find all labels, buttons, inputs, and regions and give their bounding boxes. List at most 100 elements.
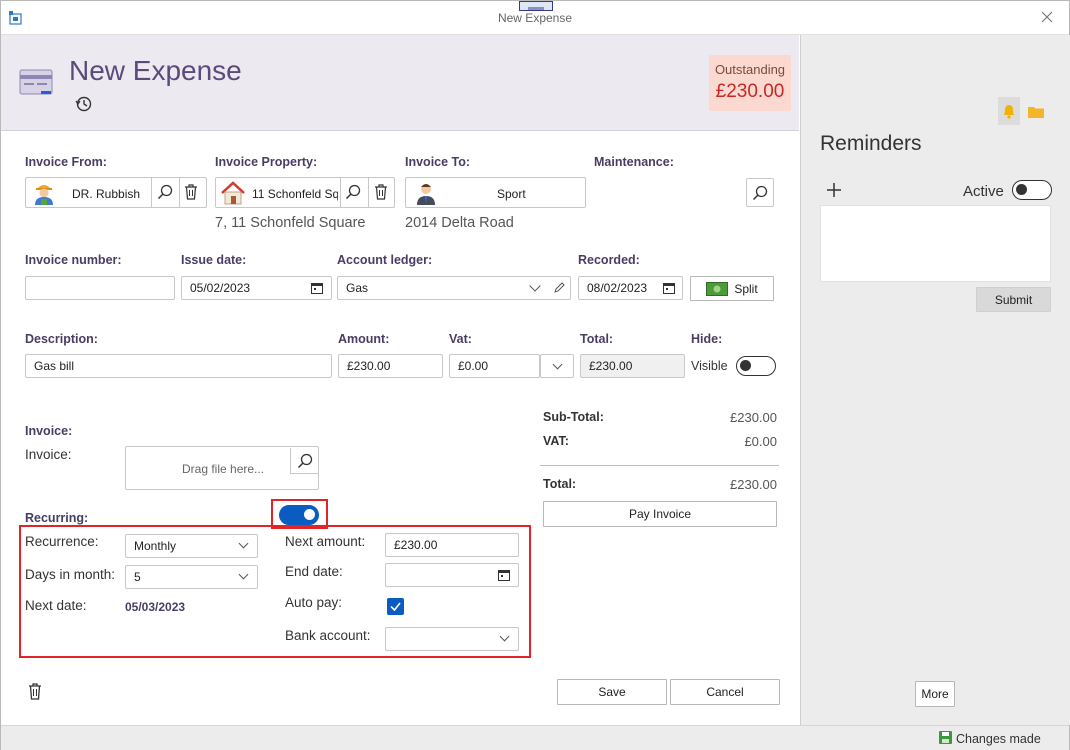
recurrence-value: Monthly — [134, 539, 177, 553]
invoice-drop-zone[interactable]: Drag file here... — [125, 446, 319, 490]
invoice-to-field[interactable]: Sport — [405, 177, 586, 208]
next-amount-label: Next amount: — [285, 534, 366, 549]
trash-icon[interactable] — [374, 184, 388, 203]
outstanding-badge: Outstanding £230.00 — [709, 55, 791, 111]
drop-placeholder: Drag file here... — [182, 462, 265, 476]
save-button[interactable]: Save — [557, 679, 667, 705]
delete-trash-icon[interactable] — [28, 683, 42, 703]
recurring-heading: Recurring: — [25, 511, 89, 525]
house-icon — [220, 180, 246, 209]
next-amount-input[interactable]: £230.00 — [385, 533, 519, 557]
reminders-panel: Reminders Active Submit More — [800, 35, 1070, 725]
person-avatar-icon — [414, 180, 438, 209]
recurring-toggle[interactable] — [279, 505, 319, 525]
maintenance-search-button[interactable] — [746, 178, 774, 207]
status-text: Changes made — [956, 732, 1041, 746]
chevron-down-icon — [552, 359, 563, 370]
pay-invoice-button[interactable]: Pay Invoice — [543, 501, 777, 527]
visibility-toggle[interactable] — [736, 356, 776, 376]
title-bar: New Expense — [1, 1, 1069, 35]
days-in-month-label: Days in month: — [25, 567, 116, 582]
invoice-section-heading: Invoice: — [25, 424, 73, 438]
expense-window: New Expense New Expense Outstanding £230… — [0, 0, 1070, 750]
reminder-text-area[interactable] — [820, 205, 1051, 282]
money-split-icon — [706, 281, 729, 296]
reminders-title: Reminders — [820, 132, 922, 155]
search-icon[interactable] — [345, 184, 361, 203]
invoice-property-address: 7, 11 Schonfeld Square — [215, 215, 366, 231]
description-input[interactable]: Gas bill — [25, 354, 332, 378]
summary-total-value: £230.00 — [730, 477, 777, 492]
add-reminder-icon[interactable] — [826, 182, 842, 201]
bank-account-label: Bank account: — [285, 628, 371, 643]
edit-pencil-icon[interactable] — [553, 282, 565, 297]
submit-button[interactable]: Submit — [976, 287, 1051, 312]
window-title: New Expense — [497, 11, 573, 25]
chevron-down-icon — [238, 538, 249, 549]
save-disk-icon — [939, 731, 952, 747]
next-date-label: Next date: — [25, 598, 87, 613]
auto-pay-checkbox[interactable] — [387, 598, 404, 615]
close-icon[interactable] — [1041, 11, 1053, 26]
invoice-property-label: Invoice Property: — [215, 155, 318, 169]
active-label: Active — [963, 183, 1004, 200]
chevron-down-icon — [499, 631, 510, 642]
subtotal-label: Sub-Total: — [543, 410, 604, 424]
invoice-from-field[interactable]: DR. Rubbish — [25, 177, 207, 208]
chevron-down-icon — [238, 569, 249, 580]
auto-pay-label: Auto pay: — [285, 595, 343, 610]
invoice-file-label: Invoice: — [25, 447, 72, 462]
amount-input[interactable]: £230.00 — [338, 354, 443, 378]
calendar-icon[interactable] — [311, 282, 323, 297]
trash-icon[interactable] — [184, 184, 198, 203]
days-in-month-value: 5 — [134, 570, 141, 584]
active-toggle[interactable] — [1012, 180, 1052, 200]
invoice-property-value: 11 Schonfeld Sq — [252, 187, 338, 201]
invoice-property-field[interactable]: 11 Schonfeld Sq — [215, 177, 395, 208]
account-ledger-select[interactable]: Gas — [337, 276, 571, 300]
recorded-value: 08/02/2023 — [587, 281, 648, 295]
search-icon[interactable] — [157, 184, 173, 203]
vat-dropdown-button[interactable] — [540, 354, 574, 378]
issue-date-label: Issue date: — [181, 253, 247, 267]
issue-date-value: 05/02/2023 — [190, 281, 251, 295]
outstanding-value: £230.00 — [715, 81, 785, 102]
invoice-from-label: Invoice From: — [25, 155, 107, 169]
invoice-number-input[interactable] — [25, 276, 175, 300]
invoice-to-value: Sport — [497, 187, 526, 201]
recorded-label: Recorded: — [578, 253, 640, 267]
search-icon — [752, 185, 768, 200]
account-ledger-value: Gas — [346, 281, 369, 295]
split-button[interactable]: Split — [690, 276, 774, 301]
vat-label: Vat: — [449, 332, 472, 346]
recorded-date-input[interactable]: 08/02/2023 — [578, 276, 683, 300]
header: New Expense Outstanding £230.00 — [1, 35, 799, 131]
calendar-icon[interactable] — [663, 282, 675, 297]
bell-icon — [1004, 105, 1014, 119]
folder-icon[interactable] — [1028, 105, 1044, 121]
cancel-button[interactable]: Cancel — [670, 679, 780, 705]
invoice-to-label: Invoice To: — [405, 155, 471, 169]
drag-handle-icon[interactable] — [519, 1, 553, 11]
vat-input[interactable]: £0.00 — [449, 354, 540, 378]
days-in-month-select[interactable]: 5 — [125, 565, 258, 589]
chevron-down-icon — [529, 280, 541, 292]
total-value-field: £230.00 — [580, 354, 685, 378]
page-title: New Expense — [69, 55, 242, 86]
amount-label: Amount: — [338, 332, 390, 346]
expense-icon — [19, 67, 55, 100]
bell-icon-button[interactable] — [998, 97, 1020, 125]
divider — [340, 178, 341, 207]
description-label: Description: — [25, 332, 98, 346]
more-button[interactable]: More — [915, 681, 955, 707]
recurrence-select[interactable]: Monthly — [125, 534, 258, 558]
calendar-icon[interactable] — [498, 569, 510, 584]
browse-search-button[interactable] — [290, 448, 318, 474]
history-icon[interactable] — [75, 95, 93, 116]
maintenance-label: Maintenance: — [594, 155, 674, 169]
total-label: Total: — [580, 332, 614, 346]
outstanding-label: Outstanding — [714, 62, 786, 77]
end-date-input[interactable] — [385, 563, 519, 587]
issue-date-input[interactable]: 05/02/2023 — [181, 276, 332, 300]
bank-account-select[interactable] — [385, 627, 519, 651]
